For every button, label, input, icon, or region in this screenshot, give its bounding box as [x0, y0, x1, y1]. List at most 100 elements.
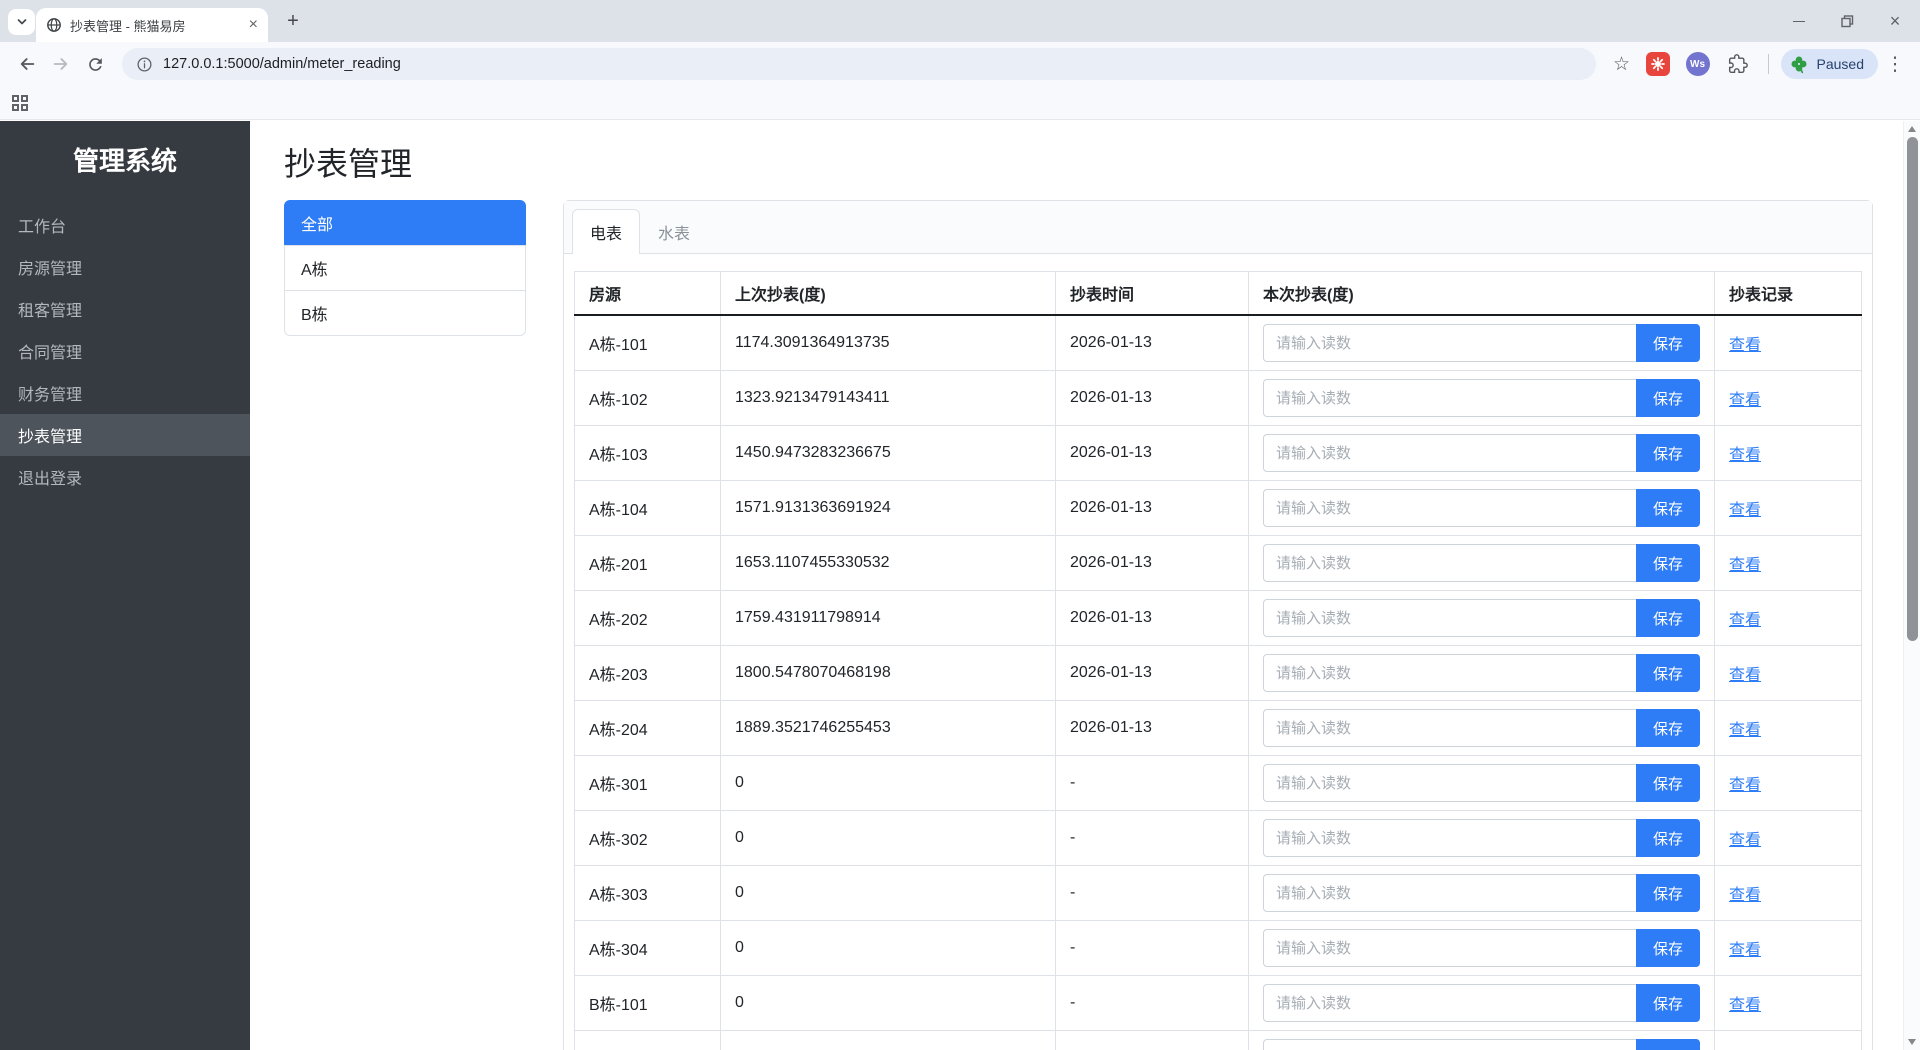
- site-info-icon[interactable]: [136, 56, 153, 73]
- scrollbar-down-arrow[interactable]: [1908, 1039, 1916, 1045]
- save-button[interactable]: 保存: [1635, 764, 1700, 802]
- filter-item-0[interactable]: 全部: [284, 200, 526, 246]
- view-record-link[interactable]: 查看: [1729, 667, 1761, 684]
- sidebar-item-4[interactable]: 财务管理: [0, 372, 250, 414]
- room-cell: A栋-102: [574, 370, 721, 426]
- reading-input[interactable]: [1263, 764, 1636, 802]
- save-button[interactable]: 保存: [1635, 929, 1700, 967]
- view-record-link[interactable]: 查看: [1729, 502, 1761, 519]
- save-button[interactable]: 保存: [1635, 489, 1700, 527]
- reading-input[interactable]: [1263, 984, 1636, 1022]
- window-minimize-button[interactable]: [1788, 10, 1810, 32]
- back-arrow-icon: [20, 58, 35, 70]
- back-button[interactable]: [12, 49, 42, 79]
- view-record-link[interactable]: 查看: [1729, 392, 1761, 409]
- reading-input[interactable]: [1263, 1039, 1636, 1050]
- sidebar-item-3[interactable]: 合同管理: [0, 330, 250, 372]
- browser-toolbar: 127.0.0.1:5000/admin/meter_reading ☆ Ws …: [0, 42, 1920, 86]
- reading-input[interactable]: [1263, 929, 1636, 967]
- page-scrollbar[interactable]: [1903, 121, 1920, 1050]
- extension-icon-red-gear[interactable]: [1645, 52, 1670, 76]
- new-tab-button[interactable]: +: [280, 8, 306, 34]
- view-record-link[interactable]: 查看: [1729, 832, 1761, 849]
- meter-type-tabs: 电表 水表: [564, 201, 1872, 254]
- table-row: A栋-104 1571.9131363691924 2026-01-13 保存 …: [574, 480, 1862, 536]
- save-button[interactable]: 保存: [1635, 709, 1700, 747]
- room-cell: A栋-103: [574, 425, 721, 481]
- save-button[interactable]: 保存: [1635, 874, 1700, 912]
- filter-item-2[interactable]: B栋: [284, 290, 526, 336]
- view-record-link[interactable]: 查看: [1729, 722, 1761, 739]
- reading-input[interactable]: [1263, 489, 1636, 527]
- scrollbar-up-arrow[interactable]: [1908, 126, 1916, 132]
- view-record-link[interactable]: 查看: [1729, 777, 1761, 794]
- save-button[interactable]: 保存: [1635, 1039, 1700, 1050]
- reading-input[interactable]: [1263, 379, 1636, 417]
- reading-input[interactable]: [1263, 544, 1636, 582]
- sidebar-item-6[interactable]: 退出登录: [0, 456, 250, 498]
- save-button[interactable]: 保存: [1635, 819, 1700, 857]
- header-new-reading: 本次抄表(度): [1248, 271, 1715, 316]
- table-row: A栋-203 1800.5478070468198 2026-01-13 保存 …: [574, 645, 1862, 701]
- address-bar[interactable]: 127.0.0.1:5000/admin/meter_reading: [122, 48, 1596, 80]
- save-button[interactable]: 保存: [1635, 599, 1700, 637]
- view-record-link[interactable]: 查看: [1729, 612, 1761, 629]
- view-record-link[interactable]: 查看: [1729, 337, 1761, 354]
- new-reading-cell: 保存: [1248, 700, 1715, 756]
- reading-input[interactable]: [1263, 324, 1636, 362]
- profile-paused-badge[interactable]: Paused: [1780, 49, 1878, 79]
- reading-time-cell: -: [1055, 920, 1249, 976]
- reading-input[interactable]: [1263, 874, 1636, 912]
- save-button[interactable]: 保存: [1635, 324, 1700, 362]
- meter-tab-0[interactable]: 电表: [572, 209, 641, 254]
- browser-menu-icon[interactable]: ⋮: [1882, 53, 1908, 76]
- view-record-link[interactable]: 查看: [1729, 942, 1761, 959]
- sidebar-item-0[interactable]: 工作台: [0, 204, 250, 246]
- reading-input[interactable]: [1263, 599, 1636, 637]
- forward-button[interactable]: [46, 49, 76, 79]
- last-reading-cell: 1323.9213479143411: [720, 370, 1056, 426]
- reading-input[interactable]: [1263, 654, 1636, 692]
- apps-grid-icon[interactable]: [12, 94, 28, 111]
- new-reading-cell: 保存: [1248, 810, 1715, 866]
- sidebar-item-5[interactable]: 抄表管理: [0, 414, 250, 456]
- paused-label: Paused: [1816, 56, 1864, 72]
- reading-input[interactable]: [1263, 709, 1636, 747]
- save-button[interactable]: 保存: [1635, 654, 1700, 692]
- window-restore-button[interactable]: [1836, 10, 1858, 32]
- extension-icon-ws[interactable]: Ws: [1685, 52, 1710, 76]
- record-cell: 查看: [1714, 480, 1862, 536]
- sidebar-item-1[interactable]: 房源管理: [0, 246, 250, 288]
- browser-tab[interactable]: 抄表管理 - 熊猫易房 ×: [36, 8, 268, 42]
- bookmark-star-icon[interactable]: ☆: [1608, 53, 1636, 76]
- sidebar-item-2[interactable]: 租客管理: [0, 288, 250, 330]
- tab-search-button[interactable]: [8, 9, 35, 35]
- room-cell: A栋-202: [574, 590, 721, 646]
- reading-time-cell: -: [1055, 865, 1249, 921]
- reading-input[interactable]: [1263, 819, 1636, 857]
- reading-input[interactable]: [1263, 434, 1636, 472]
- filter-item-1[interactable]: A栋: [284, 245, 526, 291]
- save-button[interactable]: 保存: [1635, 379, 1700, 417]
- view-record-link[interactable]: 查看: [1729, 887, 1761, 904]
- scrollbar-thumb[interactable]: [1907, 137, 1918, 641]
- reading-time-cell: -: [1055, 975, 1249, 1031]
- save-button[interactable]: 保存: [1635, 984, 1700, 1022]
- tab-title: 抄表管理 - 熊猫易房: [70, 18, 186, 34]
- table-row: A栋-102 1323.9213479143411 2026-01-13 保存 …: [574, 370, 1862, 426]
- window-close-button[interactable]: ×: [1884, 10, 1906, 32]
- view-record-link[interactable]: 查看: [1729, 557, 1761, 574]
- sidebar: 管理系统 工作台 房源管理 租客管理 合同管理 财务管理 抄表管理 退出登录: [0, 121, 250, 1050]
- record-cell: 查看: [1714, 1030, 1862, 1050]
- url-text[interactable]: 127.0.0.1:5000/admin/meter_reading: [163, 56, 401, 72]
- tab-close-icon[interactable]: ×: [249, 17, 258, 33]
- reload-button[interactable]: [80, 49, 110, 79]
- extensions-puzzle-icon[interactable]: [1724, 50, 1752, 78]
- meter-tab-1[interactable]: 水表: [640, 209, 708, 254]
- save-button[interactable]: 保存: [1635, 434, 1700, 472]
- new-reading-cell: 保存: [1248, 645, 1715, 701]
- view-record-link[interactable]: 查看: [1729, 447, 1761, 464]
- view-record-link[interactable]: 查看: [1729, 997, 1761, 1014]
- last-reading-cell: 0: [720, 920, 1056, 976]
- save-button[interactable]: 保存: [1635, 544, 1700, 582]
